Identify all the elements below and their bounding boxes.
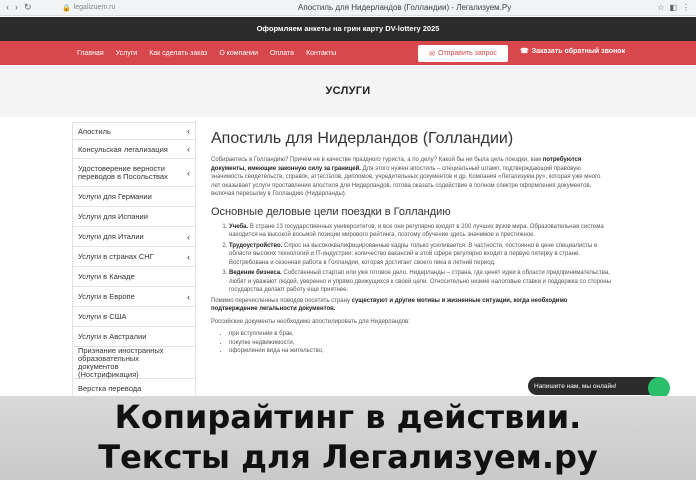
list-item: Учеба. В стране 13 государственных униве… — [229, 223, 611, 240]
goal-text: Собственный стартап или уже готовое дело… — [229, 270, 611, 293]
intro-text: Собираетесь в Голландию? Причем не в кач… — [211, 157, 543, 163]
chevron-left-icon: ‹ — [187, 231, 190, 242]
sidebar-item-label: Верстка перевода — [78, 384, 142, 393]
goals-list: Учеба. В стране 13 государственных униве… — [211, 223, 611, 295]
sidebar-item-label: Апостиль — [78, 126, 111, 136]
callback-link[interactable]: ☎ Заказать обратный звонок — [520, 47, 626, 56]
goal-title: Учеба. — [229, 223, 249, 230]
reload-icon[interactable]: ↻ — [24, 2, 32, 13]
chevron-left-icon: ‹ — [187, 167, 190, 178]
url-text: legalizuem.ru — [73, 4, 116, 11]
chevron-left-icon: ‹ — [187, 251, 190, 262]
sidebar-item-label: Услуги для Германии — [78, 192, 152, 201]
goal-title: Ведение бизнеса. — [229, 270, 282, 276]
sidebar: Апостиль ‹ Консульская легализация ‹ Удост… — [72, 122, 196, 399]
star-icon[interactable]: ☆ — [657, 3, 664, 12]
sidebar-item-canada[interactable]: Услуги в Канаде — [72, 267, 196, 287]
list-item: оформлении вида на жительство, — [229, 347, 611, 356]
sidebar-item-label: Услуги в США — [78, 312, 127, 321]
sidebar-item-europe[interactable]: Услуги в Европе ‹ — [72, 287, 196, 307]
list-item: покупке недвижимости, — [229, 339, 611, 348]
caption-line-1: Копирайтинг в действии. — [114, 398, 582, 436]
sidebar-item-label: Признание иностранных образовательных до… — [78, 345, 164, 379]
motives-paragraph: Помимо перечисленных поводов посетить ст… — [211, 297, 611, 314]
goal-text: В стране 13 государственных университето… — [229, 223, 604, 239]
phone-icon: ☎ — [520, 48, 529, 55]
sidebar-item-australia[interactable]: Услуги в Австралии — [72, 327, 196, 347]
back-icon[interactable]: ‹ — [6, 2, 9, 13]
nav-how-to-order[interactable]: Как сделать заказ — [149, 50, 207, 57]
article-title: Апостиль для Нидерландов (Голландии) — [211, 130, 514, 147]
chevron-left-icon: ‹ — [187, 126, 190, 136]
sidebar-item-label: Услуги в странах СНГ — [78, 252, 154, 261]
sidebar-item-label: Услуги для Испании — [78, 212, 148, 221]
sidebar-item-cis[interactable]: Услуги в странах СНГ ‹ — [72, 247, 196, 267]
section-subtitle: Основные деловые цели поездки в Голланди… — [211, 205, 451, 218]
forward-icon[interactable]: › — [15, 2, 18, 13]
page-title: УСЛУГИ — [325, 85, 371, 97]
nav-payment[interactable]: Оплата — [270, 50, 294, 57]
sidebar-item-translations[interactable]: Удостоверение верности переводов в Посол… — [72, 159, 196, 187]
send-request-button[interactable]: ✉ Отправить запрос — [418, 45, 508, 62]
chevron-left-icon: ‹ — [187, 291, 190, 302]
apostille-paragraph: Российские документы необходимо апостили… — [211, 318, 410, 325]
address-bar[interactable]: 🔒 legalizuem.ru — [62, 4, 182, 12]
browser-actions: ☆ ◧ ⋮ — [657, 3, 696, 12]
sidebar-item-consular[interactable]: Консульская легализация ‹ — [72, 140, 196, 159]
motives-text: Помимо перечисленных поводов посетить ст… — [211, 297, 352, 304]
sidebar-item-label: Консульская легализация — [78, 144, 168, 154]
nav-about[interactable]: О компании — [219, 50, 258, 57]
menu-icon[interactable]: ⋮ — [682, 3, 690, 12]
tab-title: Апостиль для Нидерландов (Голландии) - Л… — [298, 3, 512, 12]
intro-paragraph: Собираетесь в Голландию? Причем не в кач… — [211, 156, 611, 199]
goal-text: Спрос на высококвалифицированные кадры т… — [229, 242, 598, 266]
sidebar-item-label: Услуги в Канаде — [78, 272, 135, 281]
mail-icon: ✉ — [429, 50, 436, 58]
main-menu: Главная Услуги Как сделать заказ О компа… — [77, 50, 336, 57]
browser-nav: ‹ › ↻ — [0, 2, 62, 13]
list-item: Ведение бизнеса. Собственный стартап или… — [229, 269, 611, 295]
sidebar-item-label: Услуги для Италии — [78, 232, 144, 241]
nav-home[interactable]: Главная — [77, 50, 104, 57]
sidebar-item-usa[interactable]: Услуги в США — [72, 307, 196, 327]
browser-toolbar: ‹ › ↻ 🔒 legalizuem.ru Апостиль для Нидер… — [0, 0, 696, 16]
list-item: при вступлении в брак, — [229, 330, 611, 339]
extension-icon[interactable]: ◧ — [669, 3, 677, 12]
lock-icon: 🔒 — [62, 4, 71, 12]
chat-label: Напишите нам, мы онлайн! — [534, 382, 617, 390]
caption-line-2: Тексты для Легализуем.ру — [98, 438, 598, 476]
main-content: Апостиль для Нидерландов (Голландии) Соб… — [211, 130, 611, 356]
list-item: Трудоустройство. Спрос на высококвалифиц… — [229, 242, 611, 268]
sidebar-item-italy[interactable]: Услуги для Италии ‹ — [72, 227, 196, 247]
sidebar-item-apostille[interactable]: Апостиль ‹ — [72, 122, 196, 140]
sidebar-item-spain[interactable]: Услуги для Испании — [72, 207, 196, 227]
caption-banner: Копирайтинг в действии. Тексты для Легал… — [0, 396, 696, 480]
reasons-list: при вступлении в брак, покупке недвижимо… — [211, 330, 611, 356]
nav-services[interactable]: Услуги — [116, 50, 138, 57]
sidebar-item-label: Удостоверение верности переводов в Посол… — [78, 163, 168, 181]
sidebar-item-label: Услуги в Австралии — [78, 332, 147, 341]
page-header: УСЛУГИ — [0, 65, 696, 117]
chevron-left-icon: ‹ — [187, 144, 190, 154]
goal-title: Трудоустройство. — [229, 242, 283, 249]
send-request-label: Отправить запрос — [438, 50, 497, 57]
chat-widget[interactable]: Напишите нам, мы онлайн! — [528, 377, 668, 395]
sidebar-item-germany[interactable]: Услуги для Германии — [72, 187, 196, 207]
sidebar-item-nostrification[interactable]: Признание иностранных образовательных до… — [72, 345, 196, 379]
nav-contacts[interactable]: Контакты — [306, 50, 336, 57]
promo-bar[interactable]: Оформляем анкеты на грин карту DV-lotter… — [0, 17, 696, 41]
callback-label: Заказать обратный звонок — [531, 47, 626, 55]
sidebar-item-label: Услуги в Европе — [78, 292, 135, 301]
main-navbar: Главная Услуги Как сделать заказ О компа… — [0, 41, 696, 65]
